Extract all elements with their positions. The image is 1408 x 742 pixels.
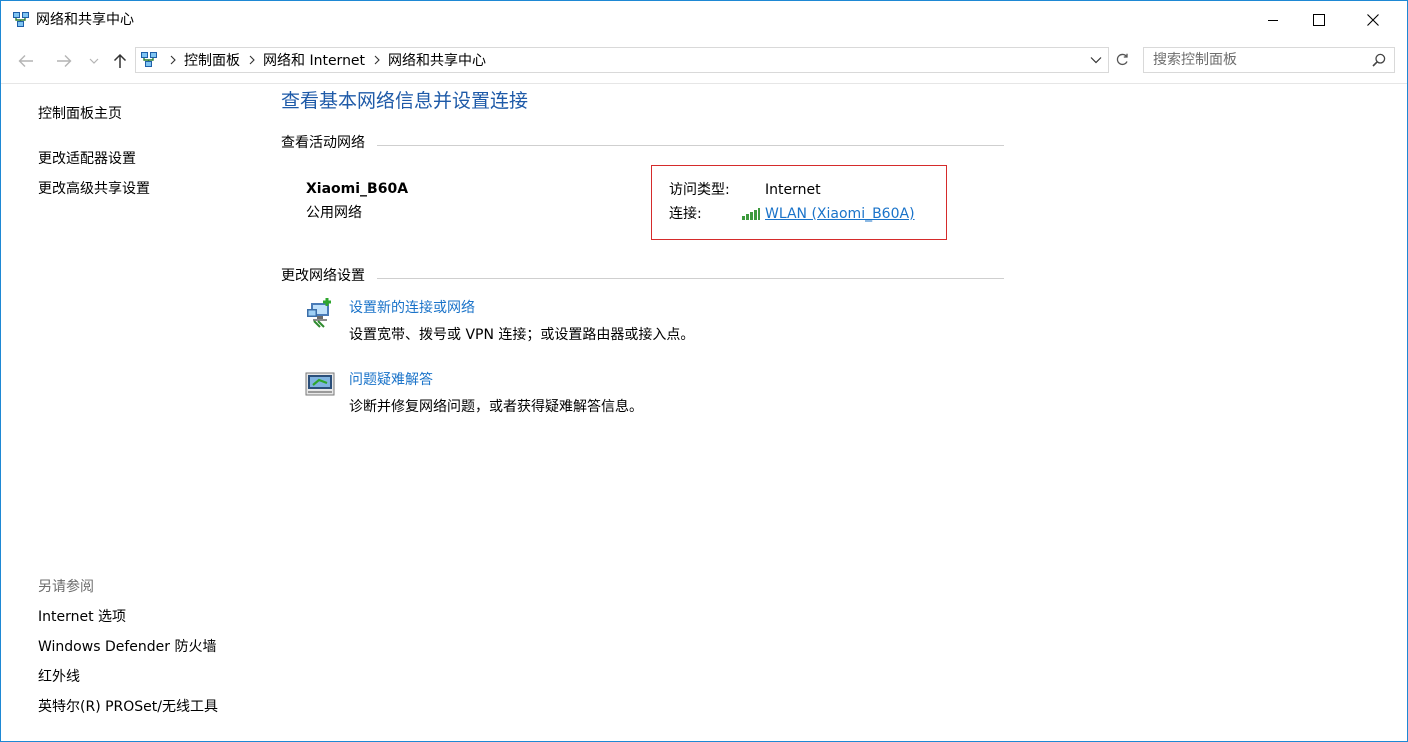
network-center-icon: [13, 12, 29, 27]
maximize-button[interactable]: [1296, 1, 1342, 39]
close-button[interactable]: [1350, 1, 1396, 39]
breadcrumb-network-internet[interactable]: 网络和 Internet: [263, 50, 365, 70]
window-title: 网络和共享中心: [36, 12, 134, 28]
search-icon[interactable]: [1372, 53, 1386, 67]
close-icon: [1367, 14, 1379, 26]
arrow-right-icon: [57, 55, 72, 67]
connection-link[interactable]: WLAN (Xiaomi_B60A): [765, 205, 915, 223]
control-panel-icon: [141, 52, 157, 67]
refresh-button[interactable]: [1110, 47, 1134, 73]
task-setup-new-connection[interactable]: 设置新的连接或网络: [349, 299, 475, 317]
arrow-left-icon: [18, 55, 33, 67]
breadcrumb-control-panel[interactable]: 控制面板: [184, 50, 240, 70]
task-setup-description: 设置宽带、拨号或 VPN 连接；或设置路由器或接入点。: [349, 327, 695, 343]
refresh-icon: [1116, 53, 1128, 66]
see-also-internet-options[interactable]: Internet 选项: [38, 608, 126, 626]
access-type-label: 访问类型:: [669, 182, 730, 198]
section-active-networks: 查看活动网络: [281, 135, 365, 151]
window: 网络和共享中心 控制面板 网络和 Internet 网络和共享中心 搜索控制面板…: [0, 0, 1408, 742]
network-setup-icon: [307, 298, 331, 328]
chevron-right-icon[interactable]: [170, 55, 176, 65]
troubleshoot-icon: [305, 372, 335, 396]
see-also-title: 另请参阅: [38, 579, 94, 595]
search-box[interactable]: [1143, 47, 1395, 73]
search-input[interactable]: [1144, 48, 1373, 72]
wifi-signal-icon: [742, 208, 760, 220]
task-troubleshoot-description: 诊断并修复网络问题，或者获得疑难解答信息。: [349, 399, 643, 415]
breadcrumb: 控制面板 网络和 Internet 网络和共享中心: [164, 48, 486, 72]
connection-label: 连接:: [669, 206, 702, 222]
see-also-intel-proset[interactable]: 英特尔(R) PROSet/无线工具: [38, 698, 218, 716]
page-title: 查看基本网络信息并设置连接: [281, 90, 529, 112]
see-also-infrared[interactable]: 红外线: [38, 668, 80, 686]
address-bar[interactable]: 控制面板 网络和 Internet 网络和共享中心: [135, 47, 1109, 73]
network-category: 公用网络: [306, 205, 362, 221]
minimize-button[interactable]: [1250, 1, 1296, 39]
arrow-up-icon: [113, 53, 127, 68]
chevron-right-icon[interactable]: [374, 55, 380, 65]
task-troubleshoot[interactable]: 问题疑难解答: [349, 371, 433, 389]
section-divider: [377, 145, 1004, 146]
breadcrumb-network-sharing-center[interactable]: 网络和共享中心: [388, 50, 486, 70]
address-dropdown-button[interactable]: [1088, 48, 1104, 72]
see-also-windows-firewall[interactable]: Windows Defender 防火墙: [38, 638, 216, 656]
chevron-down-icon: [89, 58, 99, 64]
section-divider: [377, 278, 1004, 279]
back-button[interactable]: [15, 49, 37, 73]
section-change-settings: 更改网络设置: [281, 268, 365, 284]
network-name: Xiaomi_B60A: [306, 181, 409, 197]
access-type-value: Internet: [765, 182, 821, 198]
recent-locations-button[interactable]: [87, 49, 101, 73]
chevron-down-icon: [1090, 57, 1102, 64]
forward-button[interactable]: [53, 49, 75, 73]
maximize-icon: [1313, 14, 1325, 26]
highlight-box: [651, 165, 947, 240]
up-button[interactable]: [110, 49, 130, 73]
nav-control-panel-home[interactable]: 控制面板主页: [38, 105, 122, 123]
nav-change-adapter-settings[interactable]: 更改适配器设置: [38, 150, 136, 168]
title-bar[interactable]: 网络和共享中心: [1, 1, 1407, 39]
chevron-right-icon[interactable]: [249, 55, 255, 65]
minimize-icon: [1268, 20, 1278, 21]
nav-change-advanced-sharing[interactable]: 更改高级共享设置: [38, 180, 150, 198]
navigation-bar: 控制面板 网络和 Internet 网络和共享中心: [1, 39, 1407, 84]
